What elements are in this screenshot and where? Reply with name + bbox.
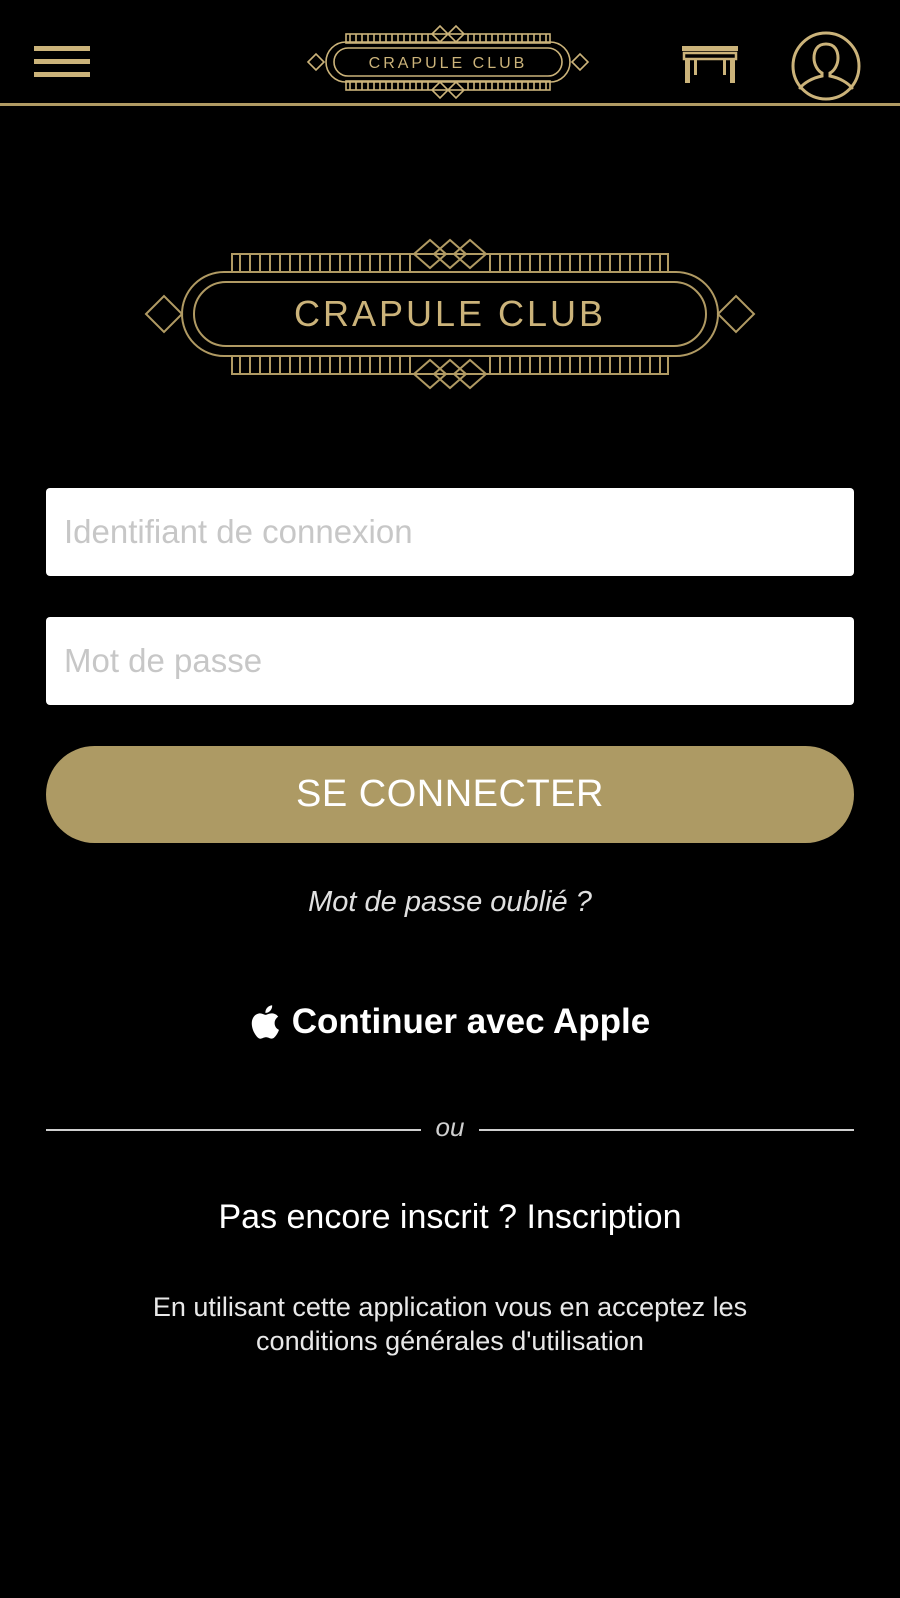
- login-input[interactable]: [62, 512, 838, 552]
- forgot-password-link[interactable]: Mot de passe oublié ?: [0, 886, 900, 919]
- header-logo-text: CRAPULE CLUB: [369, 55, 528, 72]
- or-divider: ou: [46, 1110, 854, 1150]
- password-field[interactable]: [46, 617, 854, 705]
- user-profile-icon: [791, 31, 861, 101]
- crapule-club-emblem: CRAPULE CLUB: [306, 24, 590, 100]
- hero-logo-text: CRAPULE CLUB: [294, 293, 606, 334]
- menu-button[interactable]: [30, 38, 94, 86]
- terms-text: En utilisant cette application vous en a…: [90, 1290, 810, 1358]
- table-icon: [682, 46, 738, 83]
- signup-link[interactable]: Inscription: [527, 1198, 682, 1236]
- table-button[interactable]: [680, 40, 742, 88]
- signup-prompt: Pas encore inscrit ?: [218, 1198, 518, 1236]
- profile-button[interactable]: [788, 30, 864, 102]
- apple-logo-icon: [251, 1005, 279, 1039]
- apple-button-label: Continuer avec Apple: [291, 1002, 651, 1041]
- divider-text: ou: [435, 1112, 465, 1142]
- header-logo: CRAPULE CLUB: [306, 22, 590, 102]
- divider-line-left: [46, 1129, 421, 1131]
- password-input[interactable]: [62, 641, 838, 681]
- login-field[interactable]: [46, 488, 854, 576]
- terms-line-1: En utilisant cette application vous en a…: [152, 1292, 748, 1322]
- divider-line-right: [479, 1129, 854, 1131]
- top-bar: CRAPULE CLUB: [0, 0, 900, 106]
- hero-logo: CRAPULE CLUB: [144, 238, 756, 390]
- crapule-club-emblem-large: CRAPULE CLUB: [144, 238, 756, 390]
- login-button[interactable]: SE CONNECTER: [46, 746, 854, 843]
- signup-row: Pas encore inscrit ? Inscription: [0, 1198, 900, 1237]
- terms-line-2[interactable]: conditions générales d'utilisation: [90, 1324, 810, 1358]
- continue-with-apple-button[interactable]: Continuer avec Apple: [200, 994, 700, 1050]
- hamburger-icon: [34, 46, 90, 77]
